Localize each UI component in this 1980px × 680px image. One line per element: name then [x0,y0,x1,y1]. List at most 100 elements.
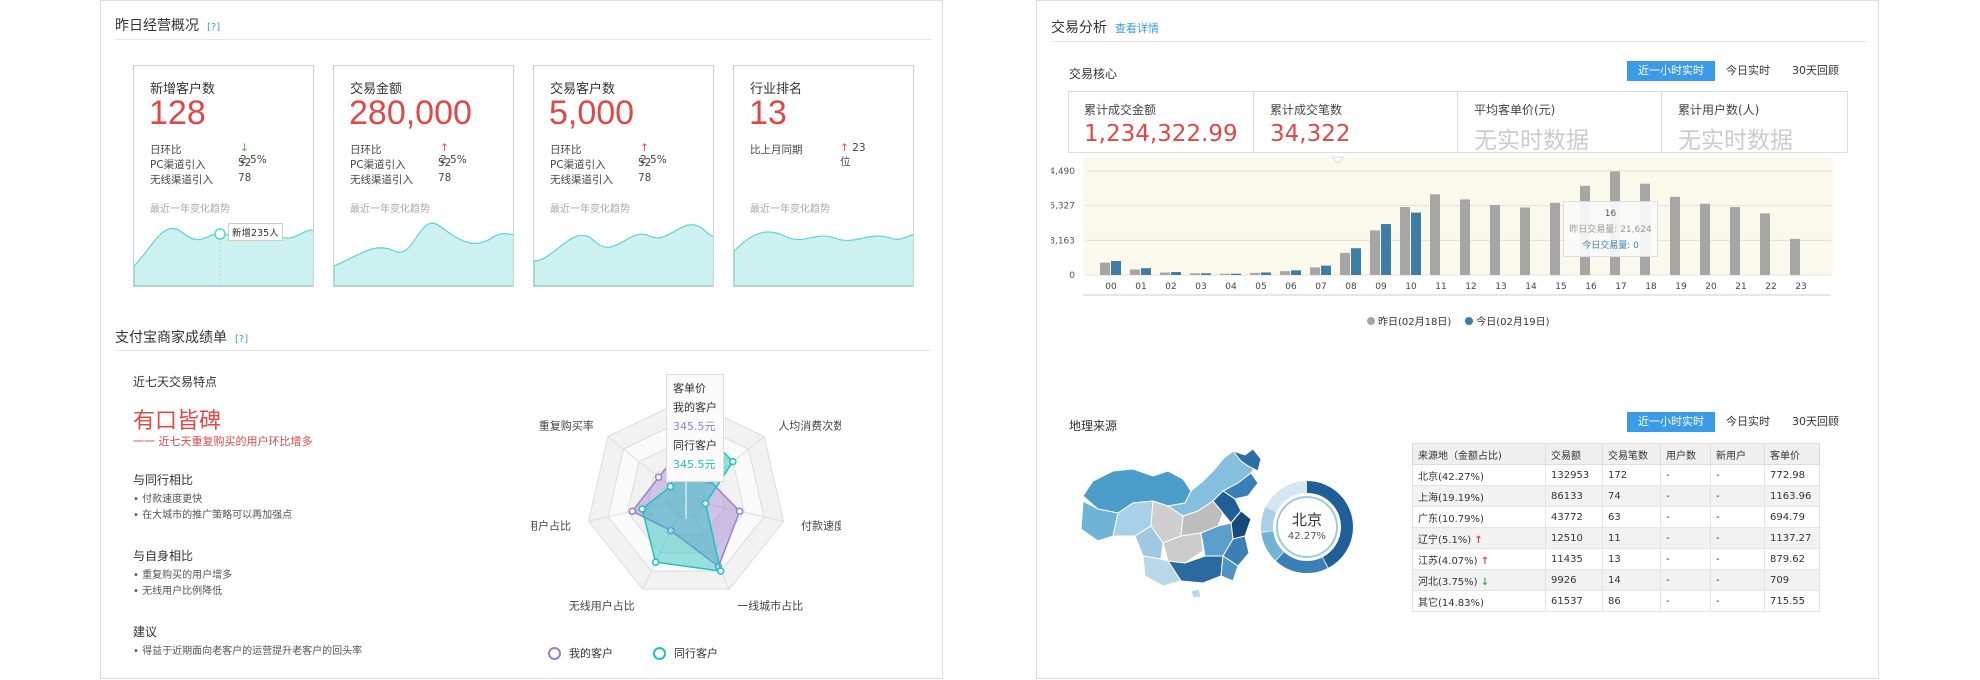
x-tick-label: 05 [1255,282,1266,292]
bar-yesterday[interactable] [1400,207,1410,275]
table-cell: 86133 [1545,485,1603,507]
report-section-title: 与同行相比 [133,473,194,487]
bar-yesterday[interactable] [1100,262,1110,275]
metric-row-label: 日环比 [350,144,382,156]
bar-today[interactable] [1411,212,1421,275]
table-header[interactable]: 新用户 [1710,443,1765,465]
bar-yesterday[interactable] [1550,202,1560,275]
toggle-today[interactable]: 今日实时 [1715,412,1781,432]
bar-today[interactable] [1261,272,1271,275]
table-cell: 9926 [1545,569,1603,591]
table-cell: - [1710,485,1765,507]
bar-today[interactable] [1201,273,1211,275]
bar-yesterday[interactable] [1490,204,1500,275]
radar-mine-point[interactable] [654,473,663,481]
bar-yesterday[interactable] [1430,194,1440,275]
radar-peer-point[interactable] [666,482,675,491]
bar-today[interactable] [1351,248,1361,275]
table-header[interactable]: 交易笔数 [1602,443,1661,465]
bar-yesterday[interactable] [1160,272,1170,275]
bar-yesterday[interactable] [1670,196,1680,275]
table-cell: 1163.96 [1764,485,1820,507]
bar-yesterday[interactable] [1250,272,1260,275]
table-header[interactable]: 客单价 [1764,443,1820,465]
bar-yesterday[interactable] [1370,230,1380,275]
radar-peer-point[interactable] [701,499,710,508]
bar-today[interactable] [1141,268,1151,275]
bar-today[interactable] [1381,224,1391,275]
table-header[interactable]: 来源地（金额占比) [1412,443,1546,465]
legend-today[interactable]: 今日(02月19日) [1465,313,1550,328]
bar-yesterday[interactable] [1790,238,1800,275]
radar-mine-point[interactable] [628,507,637,515]
table-header[interactable]: 交易额 [1545,443,1603,465]
x-tick-label: 03 [1195,282,1206,292]
bar-yesterday[interactable] [1460,199,1470,275]
radar-legend-mine[interactable]: 我的客户 [548,645,613,661]
table-row[interactable]: 其它(14.83%) 61537 86- -715.55 [1412,590,1820,612]
table-cell: - [1710,506,1765,528]
report-section-item: • 得益于近期面向老客户的运营提升老客户的回头率 [133,646,363,657]
table-row[interactable]: 江苏(4.07%) ↑ 11435 13- -879.62 [1412,548,1820,570]
table-row[interactable]: 广东(10.79%) 43772 63- -694.79 [1412,506,1820,528]
toggle-last-hour[interactable]: 近一小时实时 [1627,412,1715,432]
trend-sparkline [734,231,913,286]
radar-mine-point[interactable] [735,507,744,515]
table-header[interactable]: 用户数 [1660,443,1711,465]
bar-yesterday[interactable] [1520,207,1530,275]
arrow-up-icon: ↑ [840,142,849,154]
radar-legend-peer[interactable]: 同行客户 [653,645,718,661]
metric-card[interactable]: 交易客户数 5,000 日环比 ↑ 2.5% PC渠道引入 52 无线渠道引入 78 最近一年变… [533,65,714,287]
metric-card[interactable]: 交易金额 280,000 日环比 ↑ 2.5% PC渠道引入 52 无线渠道引入 78 最近一年… [333,65,514,287]
toggle-30-days[interactable]: 30天回顾 [1781,61,1850,81]
bar-today[interactable] [1321,265,1331,275]
table-cell: - [1710,464,1765,486]
sparkline-marker [214,228,226,286]
china-map[interactable] [1073,441,1283,601]
legend-yesterday[interactable]: 昨日(02月18日) [1367,313,1451,328]
bar-today[interactable] [1231,273,1241,275]
table-row[interactable]: 辽宁(5.1%) ↑ 12510 11- -1137.27 [1412,527,1820,549]
radar-peer-point[interactable] [716,567,725,575]
metric-row-value: 78 [238,172,252,184]
radar-peer-point[interactable] [638,505,646,513]
metric-row-label: 无线渠道引入 [350,174,413,186]
table-cell: 132953 [1545,464,1603,486]
bar-yesterday[interactable] [1190,273,1200,275]
help-link[interactable]: [?] [235,334,248,345]
metric-card[interactable]: 行业排名 13 比上月同期 ↑ 23位 最近一年变化趋势 [733,65,914,287]
bar-yesterday[interactable] [1730,207,1740,275]
bar-yesterday[interactable] [1310,267,1320,275]
core-time-toggle: 近一小时实时 今日实时 30天回顾 [1627,61,1850,81]
metric-card[interactable]: 新增客户数 128 日环比 ↓ 2.5% PC渠道引入 52 无线渠道引入 78 最近一年变化趋… [133,65,314,287]
bar-today[interactable] [1171,272,1181,275]
table-cell: 其它(14.83%) [1412,590,1546,612]
bar-yesterday[interactable] [1700,203,1710,275]
toggle-30-days[interactable]: 30天回顾 [1781,412,1850,432]
table-cell: 上海(19.19%) [1412,485,1546,507]
bar-today[interactable] [1111,260,1121,275]
toggle-last-hour[interactable]: 近一小时实时 [1627,61,1715,81]
table-cell: 61537 [1545,590,1603,612]
radar-tooltip-mine-value: 345.5元 [673,420,716,433]
radar-peer-point[interactable] [651,558,660,566]
table-row[interactable]: 河北(3.75%) ↓ 9926 14- -709 [1412,569,1820,591]
table-cell: 江苏(4.07%) ↑ [1412,548,1546,570]
radar-axis-label: 人均消费次数 [778,418,841,432]
bar-yesterday[interactable] [1220,273,1230,275]
help-link[interactable]: [?] [207,22,220,33]
bar-yesterday[interactable] [1130,269,1140,275]
bar-yesterday[interactable] [1340,252,1350,275]
table-cell: - [1710,590,1765,612]
bar-yesterday[interactable] [1760,213,1770,275]
metric-row-value: 52 [438,157,452,169]
table-row[interactable]: 北京(42.27%) 132953 172- -772.98 [1412,464,1820,486]
bar-today[interactable] [1291,270,1301,275]
y-tick-label: 16,327 [1051,202,1075,212]
table-row[interactable]: 上海(19.19%) 86133 74- -1163.96 [1412,485,1820,507]
y-tick-label: 8,163 [1051,236,1075,246]
toggle-today[interactable]: 今日实时 [1715,61,1781,81]
view-details-link[interactable]: 查看详情 [1115,22,1159,35]
radar-peer-point[interactable] [729,457,737,466]
bar-yesterday[interactable] [1280,271,1290,275]
